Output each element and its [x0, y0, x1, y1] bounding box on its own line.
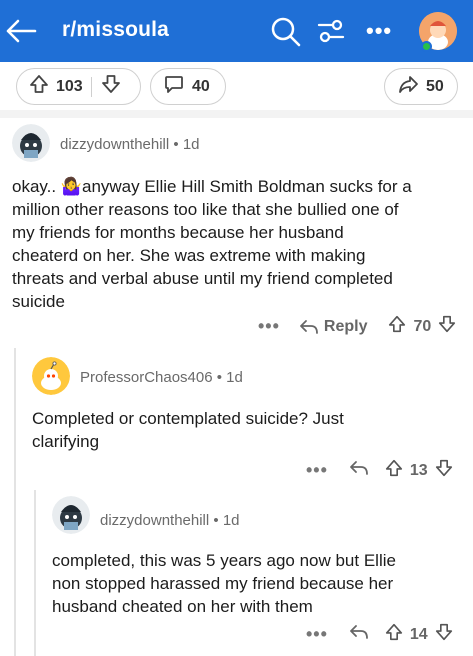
comment-author-meta: dizzydownthehill • 1d: [60, 136, 200, 153]
meta-dot: •: [216, 369, 227, 386]
comment-author-meta: ProfessorChaos406 • 1d: [80, 369, 243, 386]
upvote-icon[interactable]: [387, 314, 407, 339]
section-divider: [0, 110, 473, 118]
reply-button[interactable]: Reply: [298, 317, 368, 337]
comment-line: completed, this was 5 years ago now but …: [52, 551, 396, 570]
comment-age: 1d: [226, 369, 243, 386]
comment-author-meta: dizzydownthehill • 1d: [100, 512, 240, 529]
meta-dot: •: [213, 512, 223, 529]
comment-line: cheaterd on her. She was extreme with ma…: [12, 246, 366, 265]
comment-age: 1d: [182, 136, 200, 153]
comment-line: Completed or contemplated suicide? Just: [32, 409, 344, 428]
more-options-icon[interactable]: •••: [306, 624, 328, 645]
reply-arrow-icon[interactable]: [348, 458, 370, 483]
subreddit-title[interactable]: r/missoula: [62, 18, 169, 42]
upvote-icon[interactable]: [384, 458, 404, 483]
user-avatar[interactable]: [12, 124, 50, 162]
share-button[interactable]: 50: [384, 68, 458, 105]
meta-dot: •: [173, 136, 183, 153]
filter-icon[interactable]: [316, 16, 346, 46]
more-options-icon[interactable]: •••: [306, 460, 328, 481]
comment-line: non stopped harassed my friend because h…: [52, 574, 394, 593]
comment-body: okay.. 🤷‍♀️anyway Ellie Hill Smith Boldm…: [12, 175, 467, 313]
username[interactable]: ProfessorChaos406: [80, 369, 213, 386]
downvote-icon[interactable]: [434, 622, 454, 647]
downvote-icon[interactable]: [437, 314, 457, 339]
comment-actions: ••• Reply 70: [258, 314, 457, 339]
vote-count: 14: [409, 625, 428, 643]
comment-line: million other reasons too like that she …: [12, 200, 399, 219]
user-avatar[interactable]: [32, 357, 70, 395]
username[interactable]: dizzydownthehill: [100, 512, 209, 529]
comment-actions: ••• 14: [306, 622, 454, 647]
more-icon[interactable]: •••: [366, 18, 392, 44]
comments-button[interactable]: 40: [150, 68, 226, 105]
comment-line: clarifying: [32, 432, 100, 451]
upvote-count: 103: [56, 77, 83, 95]
comment-line: my friends for months because her husban…: [12, 223, 344, 242]
user-avatar[interactable]: [52, 496, 90, 534]
downvote-icon[interactable]: [100, 73, 122, 100]
post-action-bar: 103 40 50: [0, 62, 473, 110]
vote-count: 13: [409, 461, 428, 479]
downvote-icon[interactable]: [434, 458, 454, 483]
comment-age: 1d: [222, 512, 240, 529]
search-icon[interactable]: [268, 14, 302, 48]
share-count: 50: [426, 77, 444, 95]
comment-actions: ••• 13: [306, 458, 454, 483]
online-status-dot: [421, 41, 432, 52]
comment-line: suicide: [12, 292, 65, 311]
comment-line: okay.. 🤷‍♀️anyway Ellie Hill Smith Boldm…: [12, 177, 412, 196]
username[interactable]: dizzydownthehill: [60, 136, 169, 153]
more-options-icon[interactable]: •••: [258, 316, 280, 337]
comment-bubble-icon: [163, 73, 185, 100]
upvote-icon[interactable]: [28, 73, 50, 100]
comment-count: 40: [192, 77, 210, 95]
vote-count: 70: [413, 317, 432, 335]
comment-body: completed, this was 5 years ago now but …: [52, 549, 467, 618]
reply-arrow-icon: [300, 319, 318, 334]
vote-pill: 103: [16, 68, 141, 105]
vote-separator: [90, 76, 92, 97]
thread-line[interactable]: [14, 348, 16, 656]
comment-body: Completed or contemplated suicide? Just …: [32, 407, 467, 453]
back-arrow-icon[interactable]: [4, 14, 38, 48]
upvote-icon[interactable]: [384, 622, 404, 647]
comment-line: threats and verbal abuse until my friend…: [12, 269, 393, 288]
comment-line: husband cheated on her with them: [52, 597, 313, 616]
thread-line[interactable]: [34, 490, 36, 656]
share-arrow-icon: [397, 73, 419, 100]
top-bar: r/missoula •••: [0, 0, 473, 62]
reply-arrow-icon[interactable]: [348, 622, 370, 647]
reply-label: Reply: [323, 317, 368, 335]
